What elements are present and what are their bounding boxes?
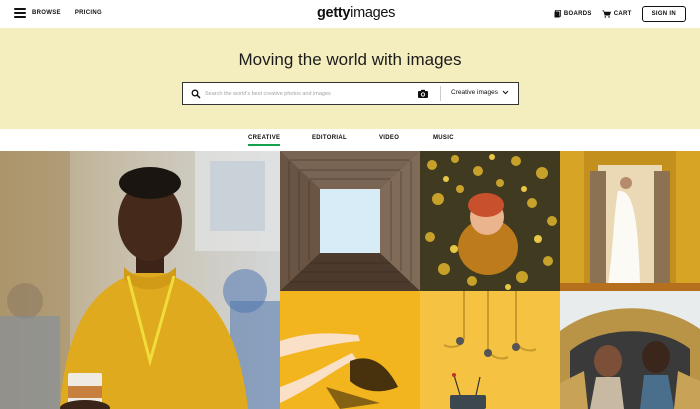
pricing-link[interactable]: PRICING bbox=[75, 10, 102, 16]
content-type-tabs: CREATIVE EDITORIAL VIDEO MUSIC bbox=[0, 129, 700, 151]
browse-link[interactable]: BROWSE bbox=[32, 10, 61, 16]
logo-light-text: images bbox=[350, 5, 396, 21]
hero-banner: Moving the world with images Creative im… bbox=[0, 28, 700, 129]
image-friends-on-ride[interactable] bbox=[560, 291, 700, 409]
tab-editorial[interactable]: EDITORIAL bbox=[312, 135, 347, 141]
hamburger-icon[interactable] bbox=[14, 8, 26, 18]
search-input[interactable] bbox=[205, 86, 390, 102]
header-right-nav: BOARDS CART SIGN IN bbox=[554, 6, 686, 22]
image-portrait-woman-yellow-sweater[interactable] bbox=[0, 151, 280, 409]
image-hands-on-yellow[interactable] bbox=[280, 291, 420, 409]
image-type-dropdown[interactable]: Creative images bbox=[451, 89, 509, 96]
getty-images-logo[interactable]: gettyimages bbox=[317, 5, 395, 21]
boards-label: BOARDS bbox=[563, 11, 592, 17]
hero-title: Moving the world with images bbox=[238, 50, 462, 69]
image-looking-up-courtyard[interactable] bbox=[280, 151, 420, 291]
image-yellow-abstract-installation[interactable] bbox=[420, 291, 560, 409]
cart-label: CART bbox=[613, 11, 632, 17]
camera-icon[interactable] bbox=[417, 88, 429, 100]
cart-icon bbox=[601, 10, 611, 18]
search-bar: Creative images bbox=[182, 82, 519, 105]
image-type-label: Creative images bbox=[451, 89, 498, 96]
image-bride-in-doorway[interactable] bbox=[560, 151, 700, 291]
boards-icon bbox=[554, 10, 561, 18]
tab-video[interactable]: VIDEO bbox=[379, 135, 399, 141]
search-divider bbox=[440, 86, 441, 101]
search-icon[interactable] bbox=[191, 89, 201, 99]
header-left-nav: BROWSE PRICING bbox=[14, 8, 102, 18]
top-header: BROWSE PRICING gettyimages BOARDS CART S… bbox=[0, 0, 700, 28]
tab-creative[interactable]: CREATIVE bbox=[248, 135, 281, 146]
cart-link[interactable]: CART bbox=[601, 10, 632, 18]
boards-link[interactable]: BOARDS bbox=[554, 10, 592, 18]
image-grid bbox=[0, 151, 700, 409]
sign-in-button[interactable]: SIGN IN bbox=[641, 6, 686, 22]
logo-bold-text: getty bbox=[317, 5, 351, 21]
image-boy-in-autumn-leaves[interactable] bbox=[420, 151, 560, 291]
tab-music[interactable]: MUSIC bbox=[433, 135, 454, 141]
chevron-down-icon bbox=[502, 90, 509, 95]
